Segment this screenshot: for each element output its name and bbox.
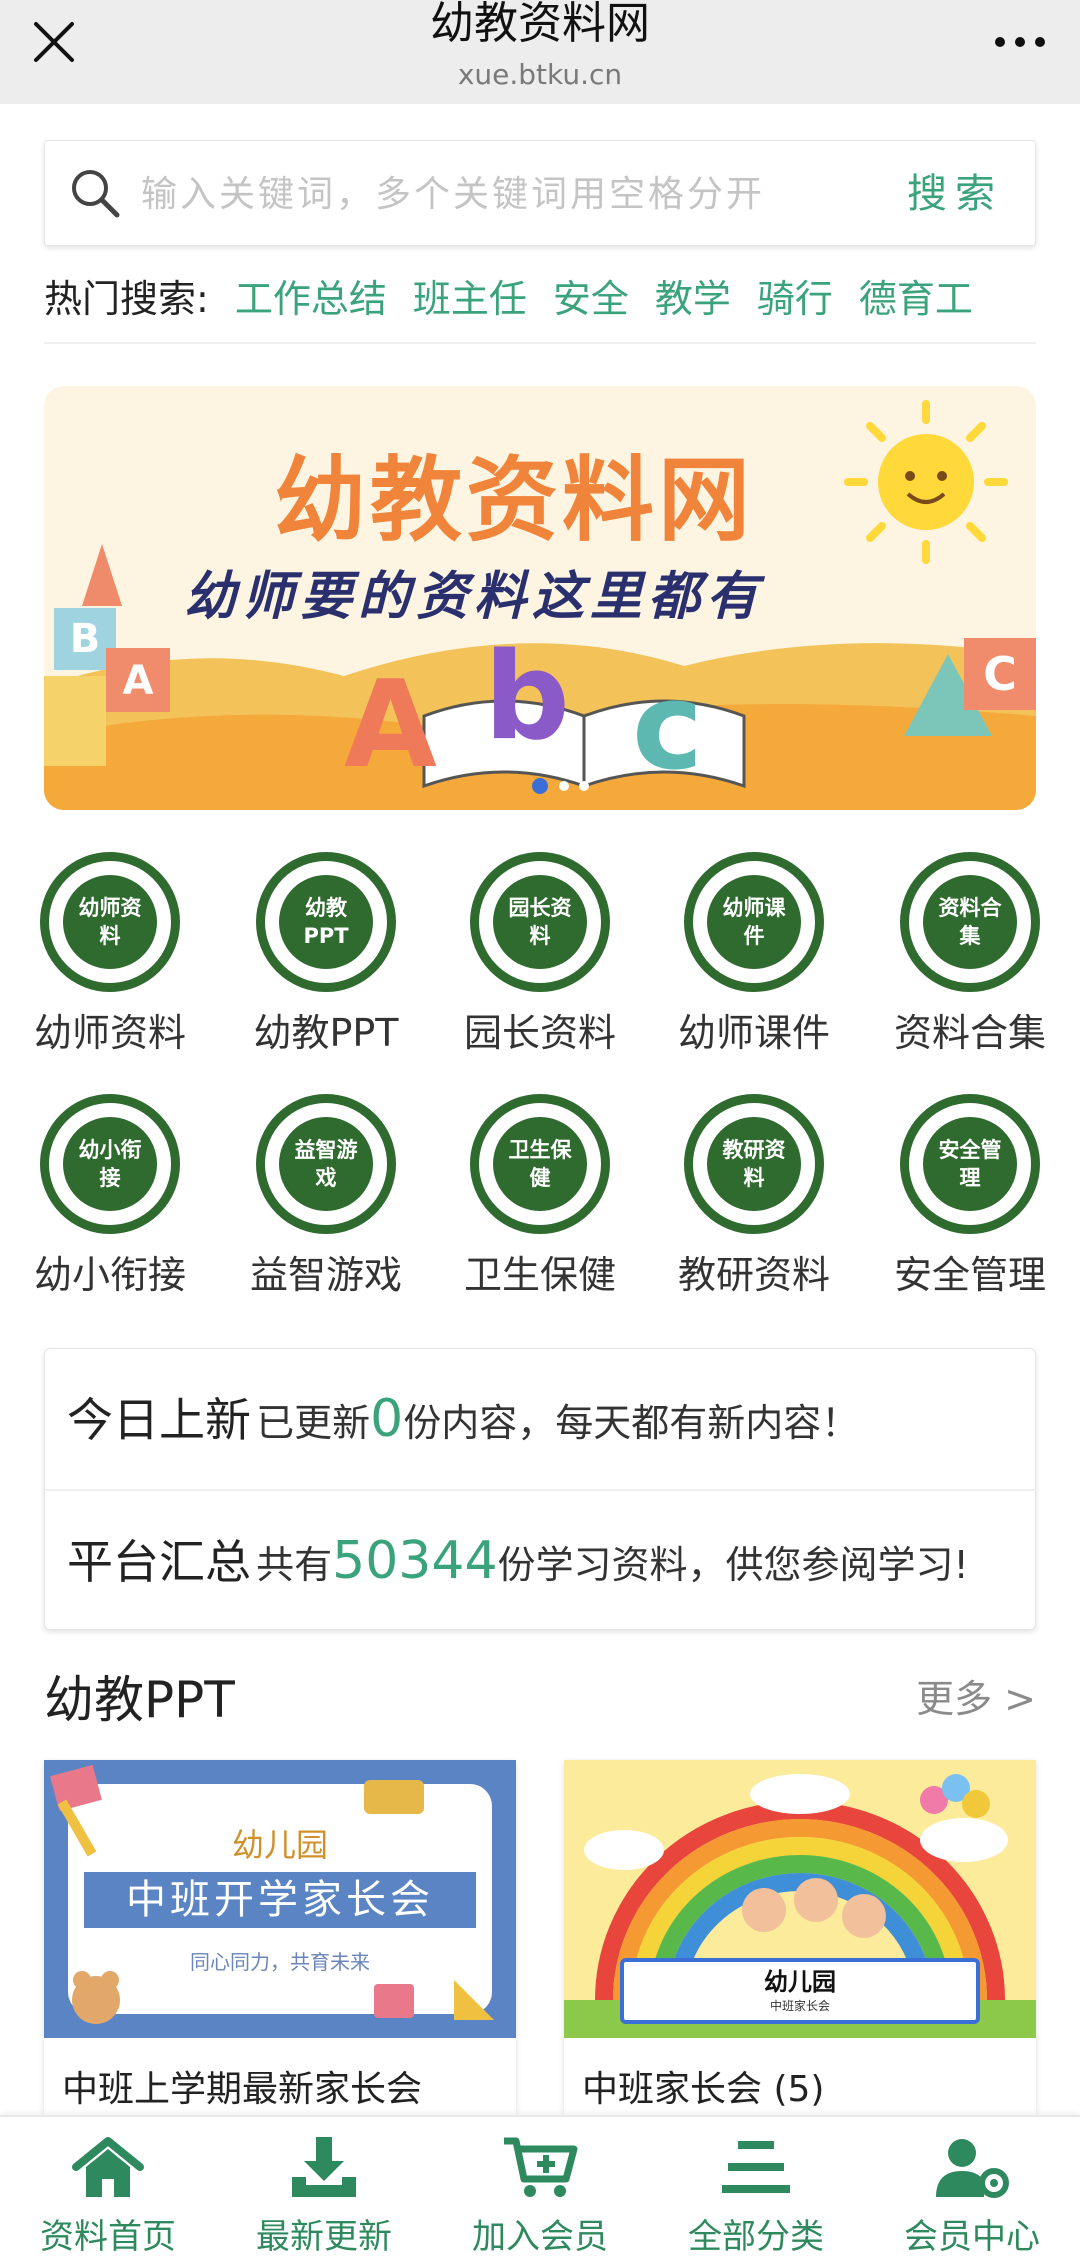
category-label: 幼师课件 — [677, 1011, 830, 1055]
search-button[interactable]: 搜索 — [907, 165, 1003, 223]
tab-label: 加入会员 — [472, 2217, 608, 2257]
stats-today-count: 0 — [370, 1389, 404, 1449]
search-bar: 搜索 — [44, 140, 1036, 246]
category-icon: 资料合集 — [900, 852, 1040, 992]
home-icon — [72, 2137, 144, 2197]
banner-subtitle: 幼师要的资料这里都有 — [184, 566, 765, 627]
tab-home[interactable]: 资料首页 — [0, 2135, 216, 2258]
tab-label: 最新更新 — [256, 2217, 392, 2257]
sun-icon — [844, 400, 1008, 564]
category-principal-materials[interactable]: 园长资料 园长资料 — [432, 852, 648, 1057]
card-title: 中班上学期最新家长会 — [62, 2069, 423, 2110]
category-collection[interactable]: 资料合集 资料合集 — [862, 852, 1078, 1057]
user-settings-icon — [936, 2139, 1009, 2198]
bottom-tab-bar: 资料首页 最新更新 加入会员 全部分类 会员中心 — [0, 2115, 1080, 2265]
category-icon: 幼小衔接 — [40, 1094, 180, 1234]
hot-tag[interactable]: 教学 — [655, 268, 731, 323]
card-thumbnail: 幼儿园 中班家长会 — [564, 1760, 1036, 2038]
category-label: 卫生保健 — [463, 1253, 616, 1297]
svg-text:C: C — [983, 647, 1017, 701]
hot-tag[interactable]: 班主任 — [413, 268, 527, 323]
more-options-icon[interactable] — [990, 18, 1050, 66]
search-input[interactable] — [141, 165, 901, 223]
ppt-card[interactable]: 幼儿园 中班家长会 中班家长会 (5) — [564, 1760, 1036, 2120]
thumb-line-2: 中班开学家长会 — [84, 1872, 476, 1928]
divider — [44, 342, 1036, 344]
category-icon: 幼师资料 — [40, 852, 180, 992]
category-label: 园长资料 — [463, 1011, 616, 1055]
search-icon — [72, 170, 120, 218]
hot-searches-label: 热门搜索: — [44, 277, 209, 321]
category-label: 安全管理 — [893, 1253, 1046, 1297]
category-label: 幼教PPT — [253, 1011, 399, 1055]
category-icon: 园长资料 — [470, 852, 610, 992]
svg-text:c: c — [632, 658, 703, 797]
hot-searches: 热门搜索: 工作总结 班主任 安全 教学 骑行 德育工 — [44, 268, 1044, 330]
svg-text:b: b — [484, 628, 570, 767]
category-safety[interactable]: 安全管理 安全管理 — [862, 1094, 1078, 1299]
tab-label: 会员中心 — [904, 2217, 1040, 2257]
tab-latest[interactable]: 最新更新 — [216, 2135, 432, 2258]
stats-panel: 今日上新 已更新0份内容，每天都有新内容！ 平台汇总 共有50344份学习资料，… — [44, 1348, 1037, 1630]
tab-all-categories[interactable]: 全部分类 — [648, 2135, 864, 2258]
category-icon: 安全管理 — [900, 1094, 1040, 1234]
card-thumbnail: 幼儿园 中班开学家长会 同心同力，共育未来 — [44, 1760, 516, 2038]
category-label: 资料合集 — [893, 1011, 1046, 1055]
card-title: 中班家长会 (5) — [582, 2069, 825, 2110]
category-health[interactable]: 卫生保健 卫生保健 — [432, 1094, 648, 1299]
category-icon: 幼师课件 — [684, 852, 824, 992]
page-title: 幼教资料网 — [430, 0, 650, 49]
tab-join-member[interactable]: 加入会员 — [432, 2135, 648, 2258]
category-transition[interactable]: 幼小衔接 幼小衔接 — [2, 1094, 218, 1299]
stats-total-row: 平台汇总 共有50344份学习资料，供您参阅学习! — [67, 1531, 969, 1591]
ppt-card[interactable]: 幼儿园 中班开学家长会 同心同力，共育未来 中班上学期最新家长会 — [44, 1760, 516, 2120]
stats-total-count: 50344 — [332, 1531, 498, 1591]
more-link[interactable]: 更多 > — [916, 1668, 1036, 1723]
svg-text:A: A — [123, 658, 154, 704]
thumb-line-2: 中班家长会 — [769, 1999, 830, 2013]
category-ppt[interactable]: 幼教PPT 幼教PPT — [218, 852, 434, 1057]
top-bar: 幼教资料网 xue.btku.cn — [0, 0, 1080, 104]
category-icon: 益智游戏 — [256, 1094, 396, 1234]
category-label: 益智游戏 — [249, 1253, 402, 1297]
stats-today-row: 今日上新 已更新0份内容，每天都有新内容！ — [67, 1389, 860, 1449]
thumb-line-3: 同心同力，共育未来 — [190, 1950, 370, 1974]
category-icon: 教研资料 — [684, 1094, 824, 1234]
download-icon — [292, 2137, 356, 2197]
banner-title: 幼教资料网 — [274, 447, 755, 554]
category-teacher-materials[interactable]: 幼师资料 幼师资料 — [2, 852, 218, 1057]
hot-tag[interactable]: 工作总结 — [235, 268, 387, 323]
thumb-plate: 幼儿园 中班家长会 — [620, 1958, 980, 2024]
category-icon: 卫生保健 — [470, 1094, 610, 1234]
svg-text:A: A — [344, 656, 437, 795]
category-label: 幼师资料 — [33, 1011, 186, 1055]
promo-banner[interactable]: B A C A b c 幼教资料网 幼师要的资料这里都有 — [44, 386, 1036, 810]
tab-label: 全部分类 — [688, 2217, 824, 2257]
hot-tag[interactable]: 骑行 — [757, 268, 833, 323]
category-label: 教研资料 — [677, 1253, 830, 1297]
thumb-line-1: 幼儿园 — [764, 1968, 836, 1996]
category-icon: 幼教PPT — [256, 852, 396, 992]
tab-label: 资料首页 — [40, 2217, 176, 2257]
thumb-line-1: 幼儿园 — [231, 1826, 328, 1864]
category-puzzle-games[interactable]: 益智游戏 益智游戏 — [218, 1094, 434, 1299]
hot-tag[interactable]: 安全 — [553, 268, 629, 323]
cart-icon — [504, 2137, 578, 2197]
svg-text:B: B — [70, 616, 101, 662]
hot-tag[interactable]: 德育工 — [859, 268, 973, 323]
page-url: xue.btku.cn — [457, 58, 623, 91]
tab-member-center[interactable]: 会员中心 — [864, 2135, 1080, 2258]
menu-list-icon — [722, 2141, 790, 2193]
stats-total-heading: 平台汇总 — [67, 1535, 251, 1589]
stats-today-heading: 今日上新 — [67, 1393, 251, 1447]
category-label: 幼小衔接 — [33, 1253, 186, 1297]
section-title: 幼教PPT — [44, 1671, 235, 1729]
category-research[interactable]: 教研资料 教研资料 — [646, 1094, 862, 1299]
category-courseware[interactable]: 幼师课件 幼师课件 — [646, 852, 862, 1057]
